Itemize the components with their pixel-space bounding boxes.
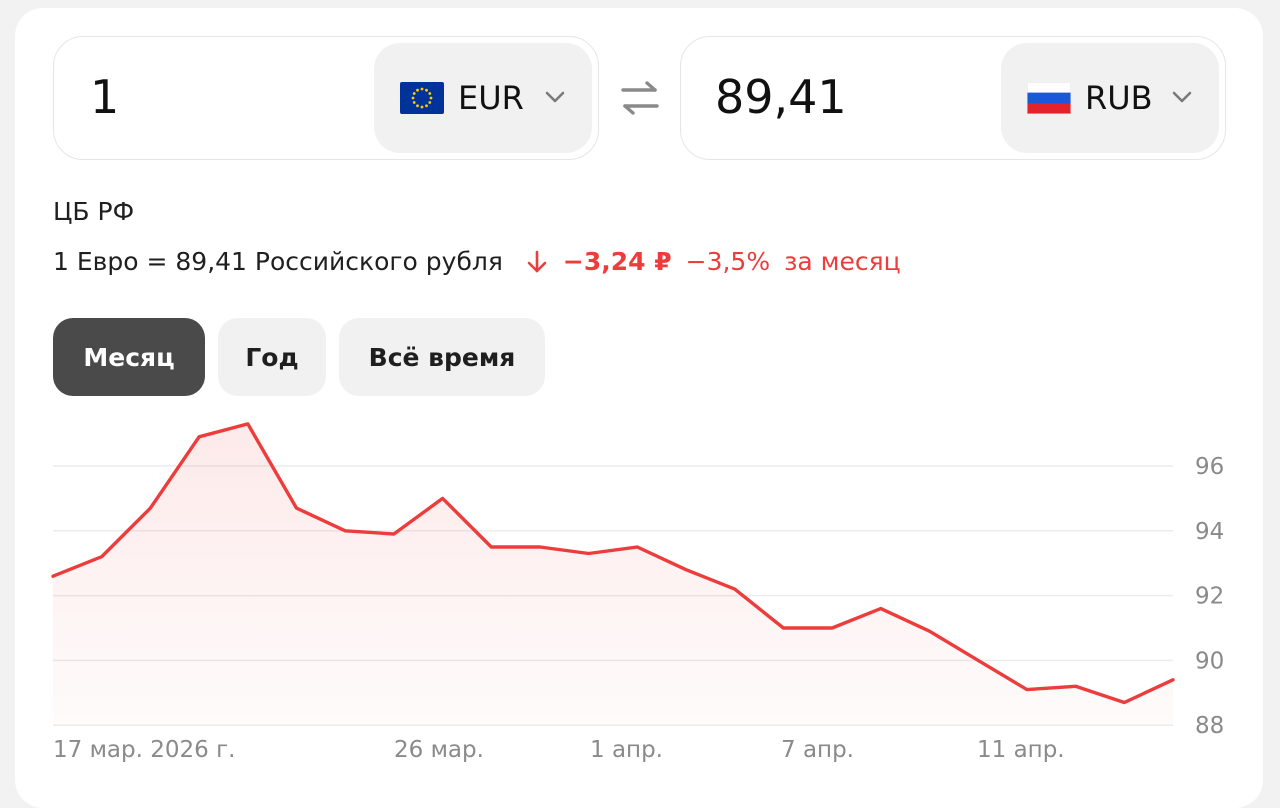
change-percent: −3,5% — [685, 247, 771, 276]
tab-all-time[interactable]: Всё время — [339, 318, 545, 396]
tab-year[interactable]: Год — [218, 318, 326, 396]
x-tick-label: 11 апр. — [977, 737, 1065, 763]
x-tick-label: 26 мар. — [394, 737, 484, 763]
ru-flag-icon — [1027, 82, 1071, 114]
y-tick-label: 88 — [1195, 713, 1224, 739]
y-tick-label: 92 — [1195, 584, 1224, 610]
x-tick-label: 17 мар. 2026 г. — [53, 737, 235, 763]
rate-text: 1 Евро = 89,41 Российского рубля — [53, 247, 503, 276]
to-amount-input[interactable]: 89,41 — [715, 71, 847, 123]
to-currency-select[interactable]: RUB — [1001, 43, 1219, 153]
tab-month[interactable]: Месяц — [53, 318, 205, 396]
eu-flag-icon — [400, 82, 444, 114]
to-currency-code: RUB — [1085, 79, 1153, 117]
from-amount-field[interactable]: 1 EUR — [53, 36, 599, 160]
rate-summary: 1 Евро = 89,41 Российского рубля −3,24 ₽… — [53, 247, 901, 276]
change-absolute: −3,24 ₽ — [562, 247, 672, 276]
rate-chart: 96 94 92 90 88 17 мар. 2026 г. 26 мар. 1 апр. 7… — [51, 422, 1224, 763]
y-tick-label: 90 — [1195, 648, 1224, 674]
from-amount-input[interactable]: 1 — [90, 71, 119, 123]
from-currency-code: EUR — [458, 79, 524, 117]
x-tick-label: 7 апр. — [781, 737, 854, 763]
swap-arrows-icon[interactable] — [619, 80, 661, 116]
from-currency-select[interactable]: EUR — [374, 43, 592, 153]
chevron-down-icon — [1172, 91, 1192, 103]
x-tick-label: 1 апр. — [590, 737, 663, 763]
change-period: за месяц — [784, 247, 901, 276]
arrow-down-icon — [527, 250, 547, 272]
chevron-down-icon — [545, 91, 565, 103]
y-tick-label: 96 — [1195, 454, 1224, 480]
chart-area — [53, 423, 1173, 726]
y-tick-label: 94 — [1195, 519, 1224, 545]
to-amount-field[interactable]: 89,41 RUB — [680, 36, 1226, 160]
rate-source: ЦБ РФ — [53, 197, 135, 226]
